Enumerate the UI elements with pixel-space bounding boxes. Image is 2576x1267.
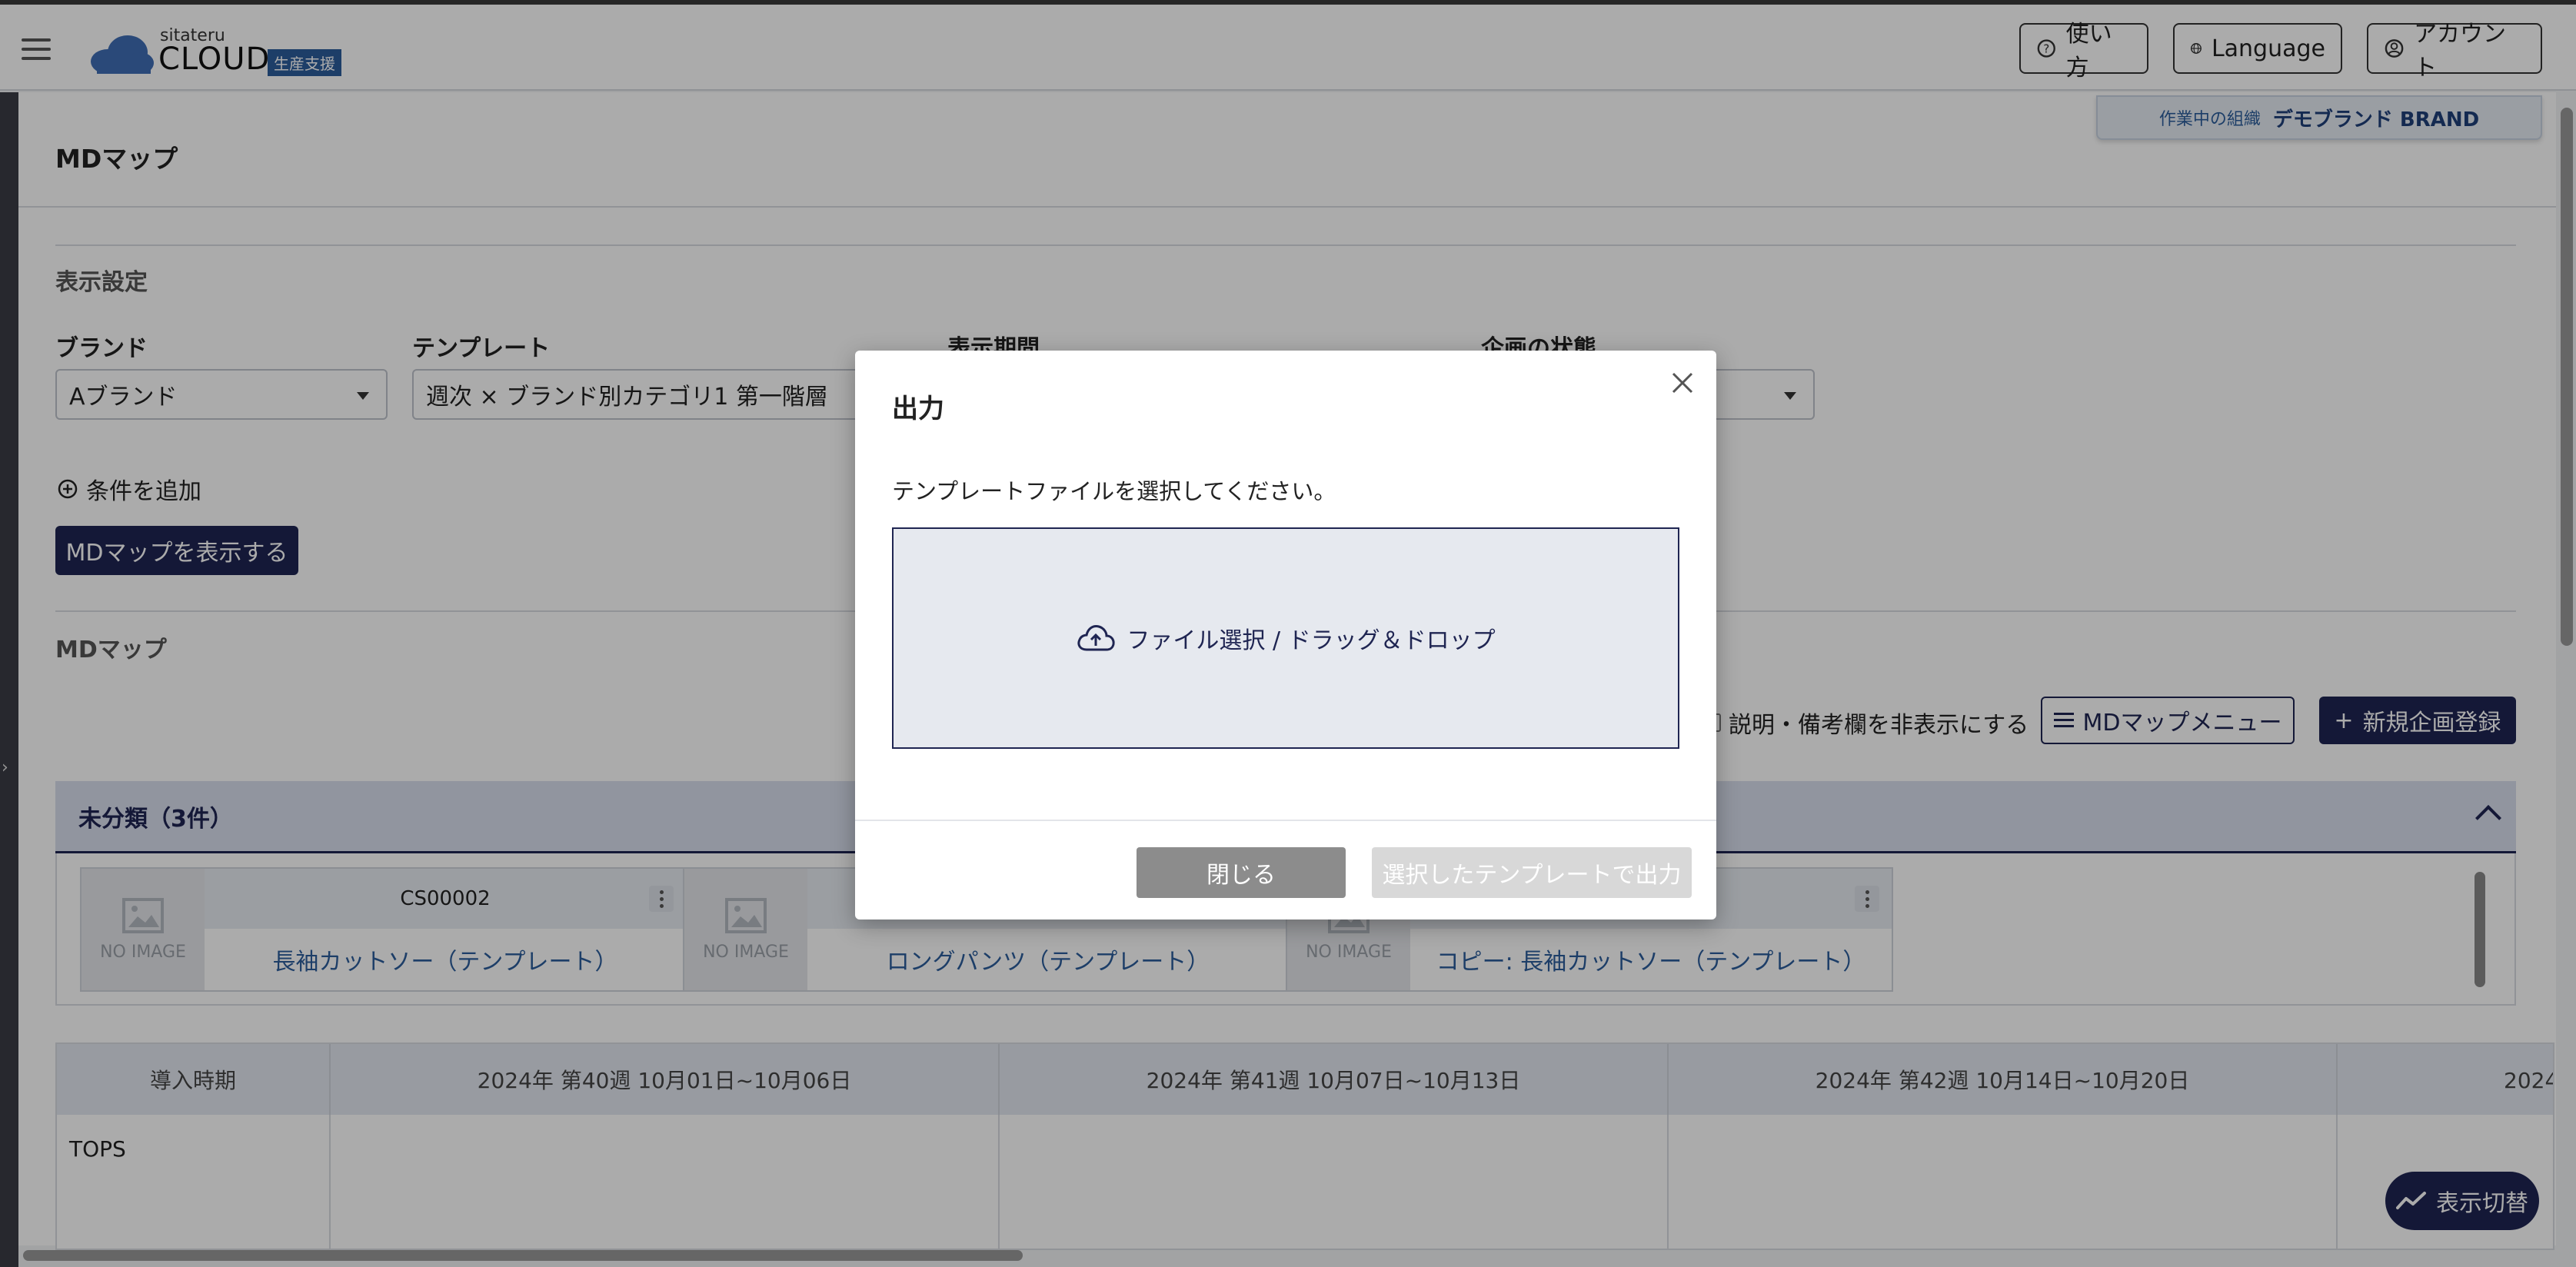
- dialog-description: テンプレートファイルを選択してください。: [892, 478, 1336, 504]
- cloud-upload-icon: [1077, 625, 1116, 651]
- file-dropzone[interactable]: ファイル選択 / ドラッグ＆ドロップ: [892, 527, 1679, 749]
- export-dialog: 出力 テンプレートファイルを選択してください。 ファイル選択 / ドラッグ＆ドロ…: [855, 351, 1716, 919]
- dialog-footer-divider: [855, 820, 1716, 821]
- dropzone-label: ファイル選択 / ドラッグ＆ドロップ: [1127, 627, 1496, 654]
- close-icon[interactable]: [1667, 367, 1698, 398]
- dialog-title: 出力: [892, 394, 944, 424]
- close-button[interactable]: 閉じる: [1137, 847, 1346, 898]
- export-with-template-button[interactable]: 選択したテンプレートで出力: [1372, 847, 1692, 898]
